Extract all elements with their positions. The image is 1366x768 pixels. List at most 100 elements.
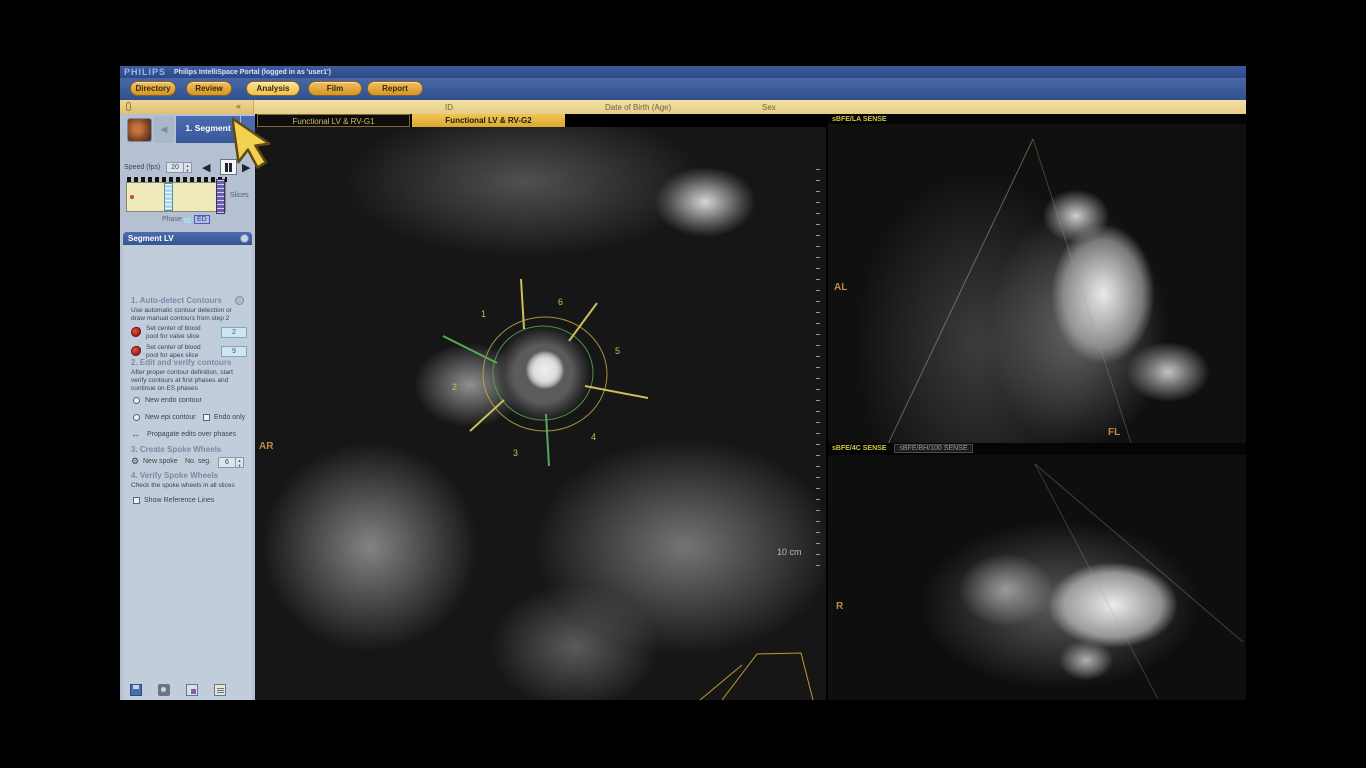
valve-slice-row: Set center of blood pool for valve slice… [131, 325, 249, 342]
title-bar: PHILIPS Philips IntelliSpace Portal (log… [120, 66, 1246, 78]
gear-icon[interactable]: ⚙ [131, 456, 139, 467]
speed-label: Speed (fps) [124, 164, 160, 171]
paperclip-icon [126, 102, 131, 111]
show-reference-lines-label: Show Reference Lines [144, 497, 214, 504]
collapse-sidebar-button[interactable]: « [236, 101, 241, 111]
patient-dob-header: Date of Birth (Age) [605, 103, 671, 112]
apex-slice-input[interactable]: 9 [221, 346, 247, 357]
current-marker-icon [130, 195, 134, 199]
panel-menu-icon[interactable] [240, 234, 249, 243]
phase-timeline[interactable] [126, 182, 226, 212]
document-icon[interactable] [214, 684, 226, 696]
speed-stepper[interactable]: 20 ▲▼ [166, 162, 192, 173]
no-seg-down-icon[interactable]: ▼ [236, 463, 243, 468]
speed-down-icon[interactable]: ▼ [184, 168, 191, 173]
tab-functional-lv-rv-g2[interactable]: Functional LV & RV-G2 [412, 114, 565, 127]
patient-info-bar: « ID Date of Birth (Age) Sex [120, 100, 1246, 114]
workflow-step-label: 1. Segment [185, 123, 230, 133]
series-name-bh: sBFE/BH/100 SENSE [894, 444, 972, 453]
segment-lv-panel-header: Segment LV [123, 232, 252, 245]
next-step-button[interactable]: ▶ [241, 116, 255, 143]
previous-step-button[interactable]: ◀ [154, 116, 174, 143]
camera-icon[interactable] [158, 684, 170, 696]
orientation-label-fl: FL [1108, 427, 1120, 438]
no-seg-value: 6 [219, 458, 235, 467]
step3-title: 3. Create Spoke Wheels [131, 445, 221, 454]
valve-slice-input[interactable]: 2 [221, 327, 247, 338]
play-button[interactable]: ▶ [242, 161, 250, 174]
new-endo-contour-label: New endo contour [145, 397, 202, 404]
segment-number-2: 2 [452, 382, 457, 392]
short-axis-viewport[interactable]: AR 10 cm 1 2 3 4 [255, 127, 826, 700]
segment-lv-title: Segment LV [128, 234, 174, 243]
reference-lines-overlay-2 [828, 455, 1246, 700]
film-button[interactable]: Film [308, 81, 362, 96]
filmstrip-icon [127, 177, 227, 182]
no-seg-stepper[interactable]: 6 ▲▼ [218, 457, 244, 468]
sidebar-header-strip: « [120, 100, 254, 114]
new-epi-contour-radio[interactable] [133, 414, 140, 421]
blood-pool-valve-icon[interactable] [131, 327, 141, 337]
chevron-down-icon: ▾ [233, 119, 237, 144]
main-toolbar: Directory Review Analysis Film Report [120, 78, 1246, 100]
new-epi-contour-label: New epi contour [145, 414, 196, 421]
new-spoke-label: New spoke [143, 458, 178, 465]
propagate-icon[interactable]: ↔ [131, 429, 140, 439]
viewer-area: Functional LV & RV-G1 Functional LV & RV… [255, 114, 1246, 700]
review-button[interactable]: Review [186, 81, 232, 96]
phase-marker-icon [184, 218, 191, 223]
scale-label: 10 cm [777, 547, 802, 557]
step4-title: 4. Verify Spoke Wheels [131, 471, 218, 480]
segment-number-3: 3 [513, 448, 518, 458]
bottom-right-viewport-header: sBFE/4C SENSE sBFE/BH/100 SENSE [828, 443, 1246, 455]
step4-description: Check the spoke wheels in all slices [131, 482, 247, 490]
step2-description: After proper contour definition, start v… [131, 369, 247, 393]
tab-functional-lv-rv-g1[interactable]: Functional LV & RV-G1 [257, 114, 410, 127]
endo-only-checkbox[interactable] [203, 414, 210, 421]
valve-slice-label: Set center of blood pool for valve slice [146, 325, 214, 341]
patient-id-header: ID [445, 103, 453, 112]
long-axis-viewport[interactable]: AL FL [828, 124, 1246, 451]
export-icon[interactable] [186, 684, 198, 696]
series-thumbnail[interactable] [127, 118, 152, 142]
step1-title: 1. Auto-detect Contours [131, 296, 222, 305]
patient-sex-header: Sex [762, 103, 776, 112]
segment-number-1: 1 [481, 309, 486, 319]
step1-description: Use automatic contour detection or draw … [131, 307, 247, 323]
application-screen: PHILIPS Philips IntelliSpace Portal (log… [0, 0, 1366, 768]
workflow-step-dropdown[interactable]: 1. Segment ▾ [176, 116, 240, 143]
four-chamber-viewport[interactable]: R [828, 455, 1246, 700]
segment-number-4: 4 [591, 432, 596, 442]
step-back-button[interactable]: ◀ [202, 161, 210, 174]
phase-slider[interactable] [164, 183, 173, 211]
series-name-la: sBFE/LA SENSE [832, 116, 887, 123]
orientation-label-ar: AR [259, 441, 273, 452]
segment-number-5: 5 [615, 346, 620, 356]
slices-label: Slices [230, 192, 249, 199]
directory-button[interactable]: Directory [130, 81, 176, 96]
no-seg-label: No. seg. [185, 458, 211, 465]
orientation-label-r: R [836, 601, 843, 612]
workflow-sidebar: ◀ 1. Segment ▾ ▶ Speed (fps) 20 ▲▼ ◀ ▶ S… [120, 114, 255, 700]
speed-value: 20 [167, 163, 183, 172]
philips-logo: PHILIPS [124, 67, 166, 77]
report-button[interactable]: Report [367, 81, 423, 96]
analysis-button[interactable]: Analysis [246, 81, 300, 96]
save-icon[interactable] [130, 684, 142, 696]
orientation-label-al: AL [834, 282, 847, 293]
help-icon[interactable] [235, 296, 244, 305]
ed-badge: ED [194, 215, 210, 224]
phase-label: Phase [162, 216, 182, 223]
step2-title: 2. Edit and verify contours [131, 358, 231, 367]
slice-slider[interactable] [216, 179, 225, 214]
segment-lv-panel: 1. Auto-detect Contours Use automatic co… [123, 245, 252, 700]
series-name-4c: sBFE/4C SENSE [832, 445, 886, 452]
new-endo-contour-radio[interactable] [133, 397, 140, 404]
window-title: Philips IntelliSpace Portal (logged in a… [174, 69, 331, 76]
show-reference-lines-checkbox[interactable] [133, 497, 140, 504]
spoke-wheel-overlay [255, 127, 826, 700]
intellispace-window: PHILIPS Philips IntelliSpace Portal (log… [120, 66, 1246, 700]
blood-pool-apex-icon[interactable] [131, 346, 141, 356]
pause-icon [225, 163, 232, 172]
pause-button[interactable] [220, 159, 237, 175]
